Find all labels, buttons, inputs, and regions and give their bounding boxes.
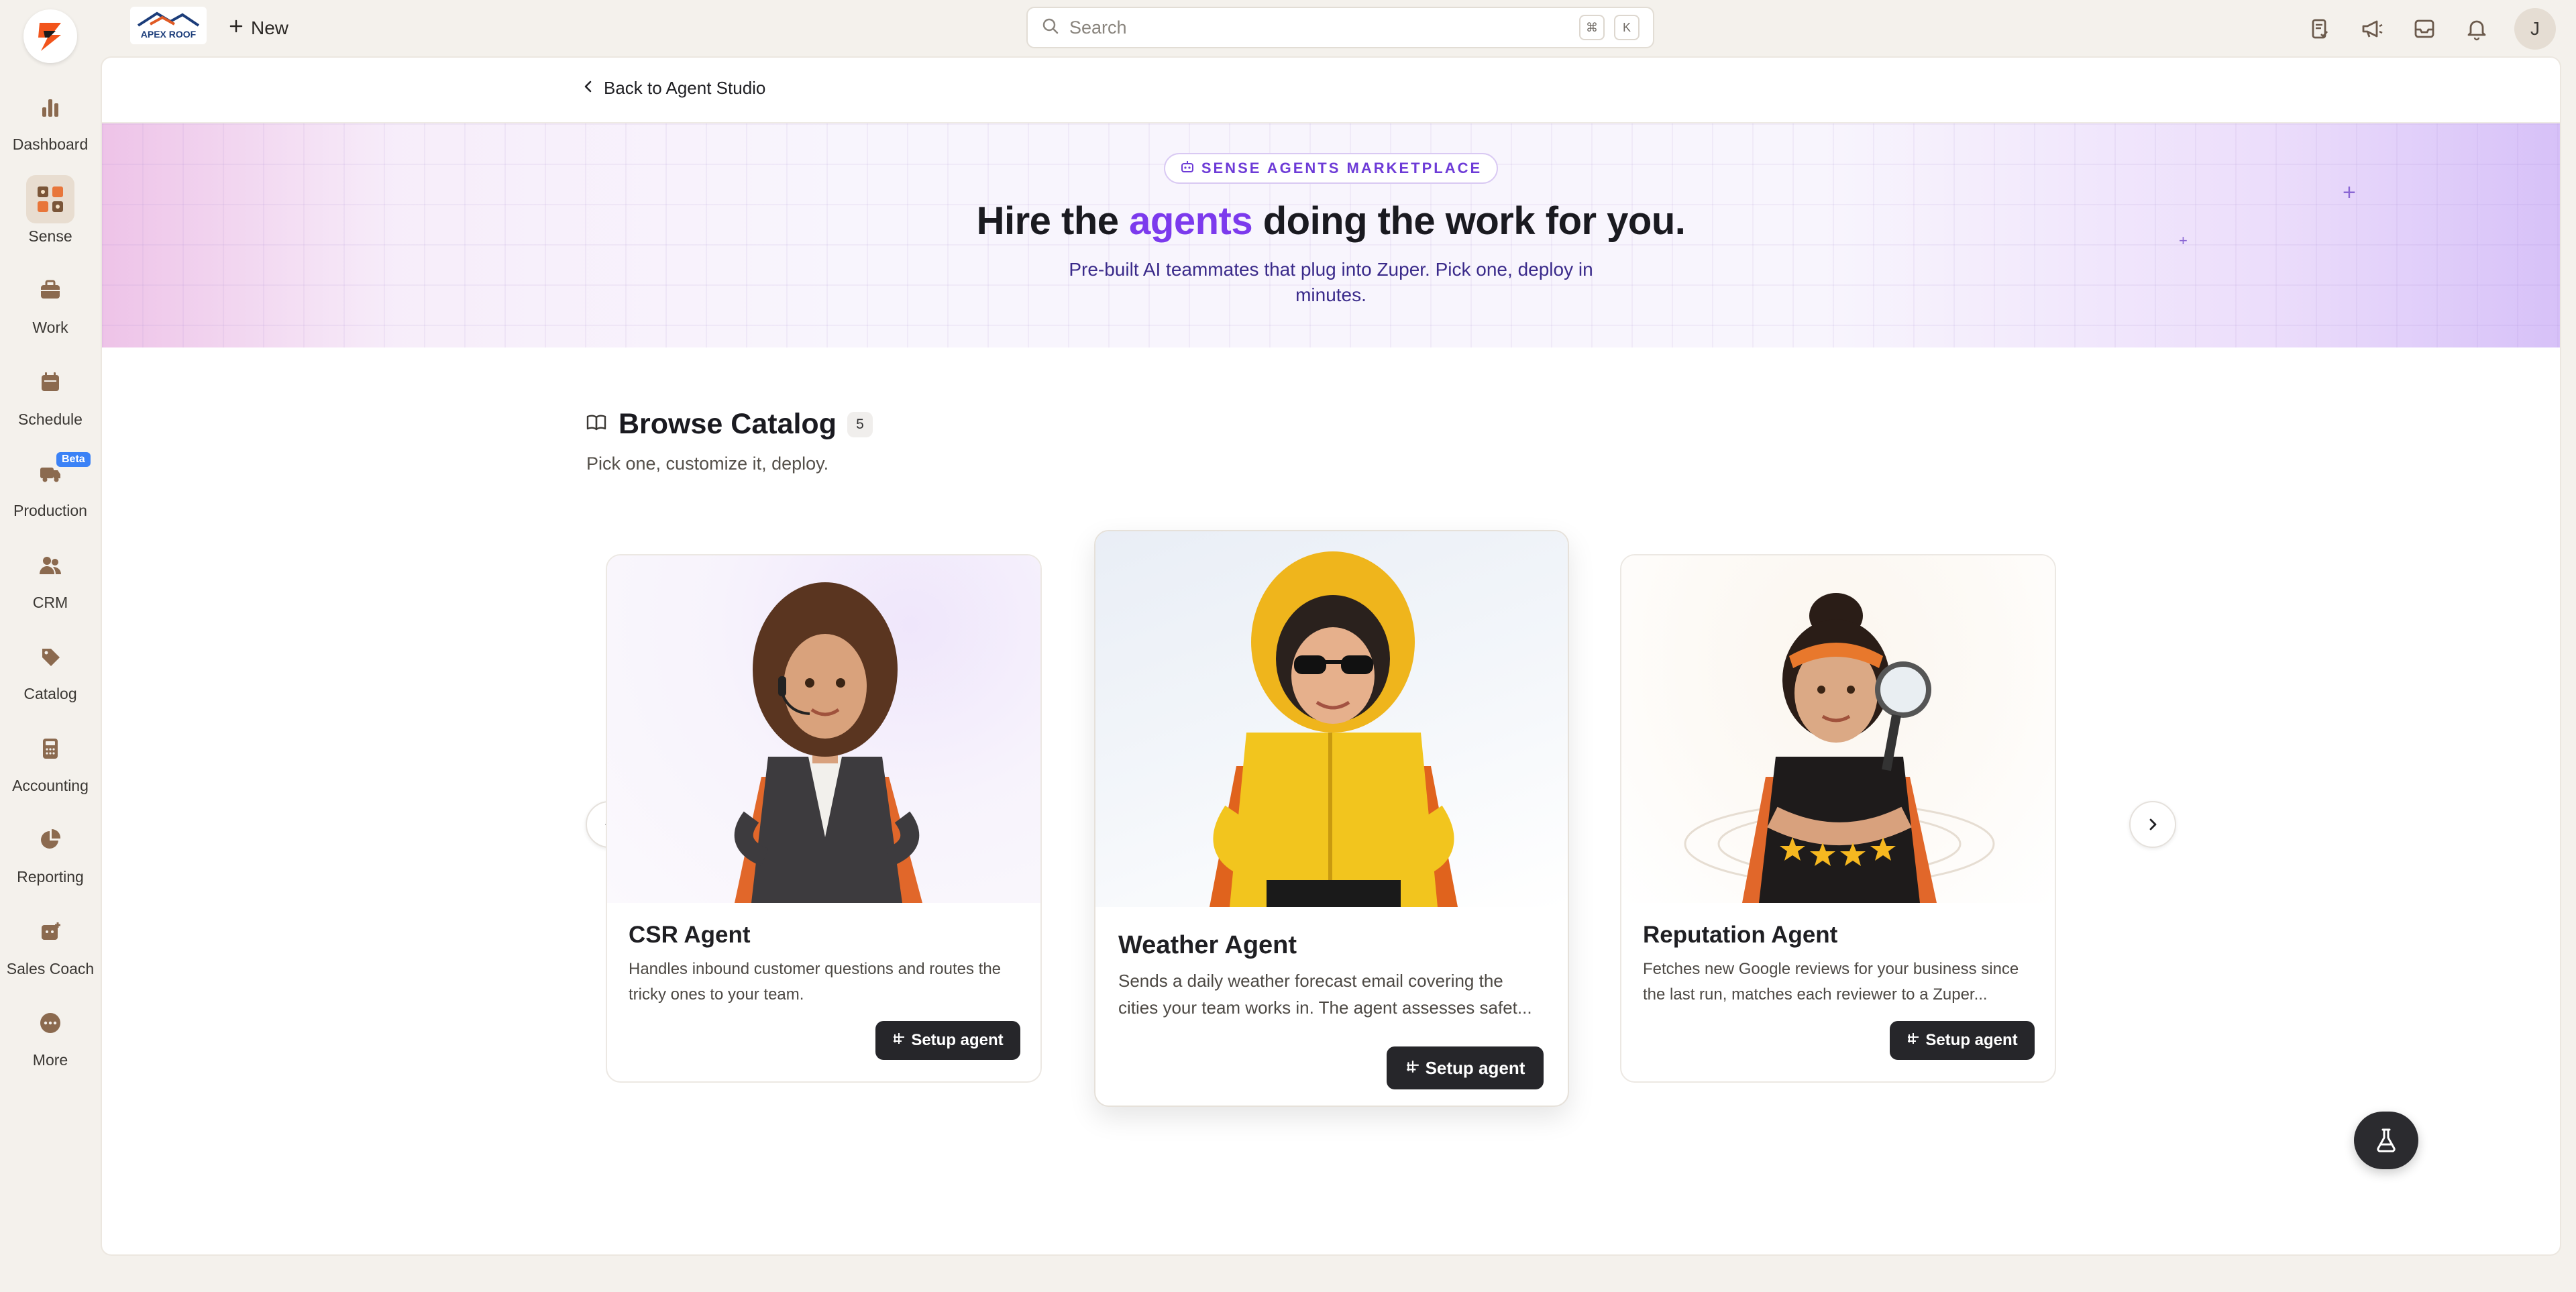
more-icon bbox=[26, 999, 74, 1047]
pill-label: SENSE AGENTS MARKETPLACE bbox=[1201, 160, 1483, 176]
rail-item-catalog[interactable]: Catalog bbox=[0, 633, 101, 724]
sparkle-icon bbox=[1907, 1031, 1920, 1050]
agent-card-csr[interactable]: CSR Agent Handles inbound customer quest… bbox=[606, 554, 1042, 1083]
catalog-subtitle: Pick one, customize it, deploy. bbox=[586, 453, 829, 474]
setup-agent-label: Setup agent bbox=[1425, 1057, 1525, 1078]
back-to-agent-studio-link[interactable]: Back to Agent Studio bbox=[582, 78, 765, 99]
rail-item-production[interactable]: Beta Production bbox=[0, 449, 101, 541]
rail-label: Sales Coach bbox=[6, 959, 95, 977]
zuper-logo-icon bbox=[38, 23, 61, 51]
weather-agent-illustration bbox=[1095, 531, 1568, 907]
rail-item-reporting[interactable]: Reporting bbox=[0, 816, 101, 908]
hero-banner: + + SENSE AGENTS MARKETPLACE Hire the ag… bbox=[102, 123, 2560, 347]
calculator-icon bbox=[26, 724, 74, 773]
bar-chart-icon bbox=[26, 83, 74, 131]
rail-item-accounting[interactable]: Accounting bbox=[0, 724, 101, 816]
rail-label: More bbox=[32, 1051, 68, 1069]
search-bar[interactable]: ⌘ K bbox=[1026, 7, 1654, 48]
title-part: doing the work for you. bbox=[1252, 199, 1686, 243]
card-description: Fetches new Google reviews for your busi… bbox=[1643, 960, 2019, 1004]
rail-label: Dashboard bbox=[12, 136, 89, 153]
top-bar: APEX ROOF New ⌘ K J bbox=[101, 0, 2576, 56]
setup-agent-button[interactable]: Setup agent bbox=[1387, 1046, 1544, 1089]
flask-icon bbox=[2377, 1128, 2396, 1152]
grid-icon bbox=[26, 174, 74, 223]
users-icon bbox=[26, 541, 74, 590]
company-logo[interactable]: APEX ROOF bbox=[130, 7, 207, 44]
coach-icon bbox=[26, 908, 74, 956]
chevron-right-icon bbox=[2149, 818, 2157, 830]
main-panel: Back to Agent Studio + + SENSE AGENTS MA… bbox=[102, 58, 2560, 1254]
rail-item-crm[interactable]: CRM bbox=[0, 541, 101, 633]
top-actions: J bbox=[2302, 8, 2556, 50]
left-rail: Dashboard Sense Work Schedule Beta Produ… bbox=[0, 0, 101, 1292]
hero-subtitle: Pre-built AI teammates that plug into Zu… bbox=[1069, 259, 1593, 305]
kbd-command: ⌘ bbox=[1579, 15, 1605, 40]
catalog-title: Browse Catalog bbox=[619, 408, 837, 440]
reputation-agent-illustration bbox=[1621, 555, 2055, 903]
chevron-left-icon bbox=[582, 78, 594, 99]
robot-icon bbox=[1180, 159, 1195, 178]
agent-card-reputation[interactable]: Reputation Agent Fetches new Google revi… bbox=[1620, 554, 2056, 1083]
search-icon bbox=[1041, 17, 1060, 39]
clipboard-check-icon[interactable] bbox=[2302, 9, 2337, 49]
card-title: CSR Agent bbox=[629, 922, 751, 948]
rail-label: Production bbox=[13, 502, 87, 519]
rail-label: Work bbox=[32, 319, 68, 336]
sparkle-icon bbox=[1405, 1058, 1420, 1079]
marketplace-pill: SENSE AGENTS MARKETPLACE bbox=[1163, 153, 1499, 184]
megaphone-icon[interactable] bbox=[2355, 9, 2390, 49]
rail-label: CRM bbox=[32, 593, 68, 611]
bell-icon[interactable] bbox=[2459, 9, 2494, 49]
setup-agent-label: Setup agent bbox=[1925, 1031, 2018, 1049]
rail-label: Catalog bbox=[23, 685, 77, 702]
book-open-icon bbox=[585, 411, 608, 437]
rail-label: Sense bbox=[28, 227, 72, 245]
card-title: Reputation Agent bbox=[1643, 922, 1838, 948]
new-label: New bbox=[251, 17, 289, 38]
hero-title: Hire the agents doing the work for you. bbox=[977, 199, 1686, 244]
carousel-next-button[interactable] bbox=[2129, 801, 2176, 848]
hero-content: SENSE AGENTS MARKETPLACE Hire the agents… bbox=[102, 153, 2560, 308]
plus-icon bbox=[228, 17, 244, 39]
inbox-icon[interactable] bbox=[2407, 9, 2442, 49]
new-button[interactable]: New bbox=[228, 13, 288, 43]
setup-agent-label: Setup agent bbox=[911, 1031, 1004, 1049]
brand-wordmark: APEX ROOF bbox=[141, 29, 197, 40]
rail-label: Reporting bbox=[17, 868, 84, 885]
title-accent: agents bbox=[1129, 199, 1253, 243]
app-logo[interactable] bbox=[23, 9, 77, 63]
agent-card-weather[interactable]: Weather Agent Sends a daily weather fore… bbox=[1094, 530, 1569, 1107]
setup-agent-button[interactable]: Setup agent bbox=[1890, 1021, 2035, 1060]
csr-agent-illustration bbox=[607, 555, 1040, 903]
card-description: Sends a daily weather forecast email cov… bbox=[1118, 971, 1532, 1018]
back-bar: Back to Agent Studio bbox=[102, 58, 2560, 123]
card-title: Weather Agent bbox=[1118, 931, 1297, 959]
back-label: Back to Agent Studio bbox=[604, 78, 766, 98]
beta-badge: Beta bbox=[56, 452, 91, 467]
rail-item-work[interactable]: Work bbox=[0, 266, 101, 358]
rail-item-schedule[interactable]: Schedule bbox=[0, 358, 101, 450]
tag-icon bbox=[26, 633, 74, 681]
title-part: Hire the bbox=[976, 199, 1130, 243]
rail-item-more[interactable]: More bbox=[0, 999, 101, 1091]
sparkle-icon bbox=[892, 1031, 906, 1050]
labs-button[interactable] bbox=[2354, 1112, 2418, 1169]
search-input[interactable] bbox=[1069, 17, 1570, 38]
card-description: Handles inbound customer questions and r… bbox=[629, 960, 1002, 1004]
rail-item-sales-coach[interactable]: Sales Coach bbox=[0, 908, 101, 1000]
rail-item-dashboard[interactable]: Dashboard bbox=[0, 83, 101, 175]
user-avatar[interactable]: J bbox=[2514, 8, 2556, 50]
briefcase-icon bbox=[26, 266, 74, 315]
pie-chart-icon bbox=[26, 816, 74, 864]
kbd-k: K bbox=[1614, 15, 1640, 40]
rail-item-sense[interactable]: Sense bbox=[0, 174, 101, 267]
rail-label: Schedule bbox=[18, 410, 83, 428]
catalog-header: Browse Catalog 5 bbox=[585, 408, 873, 441]
setup-agent-button[interactable]: Setup agent bbox=[875, 1021, 1020, 1060]
rail-label: Accounting bbox=[12, 776, 89, 794]
catalog-count-badge: 5 bbox=[847, 411, 873, 437]
calendar-icon bbox=[26, 358, 74, 407]
